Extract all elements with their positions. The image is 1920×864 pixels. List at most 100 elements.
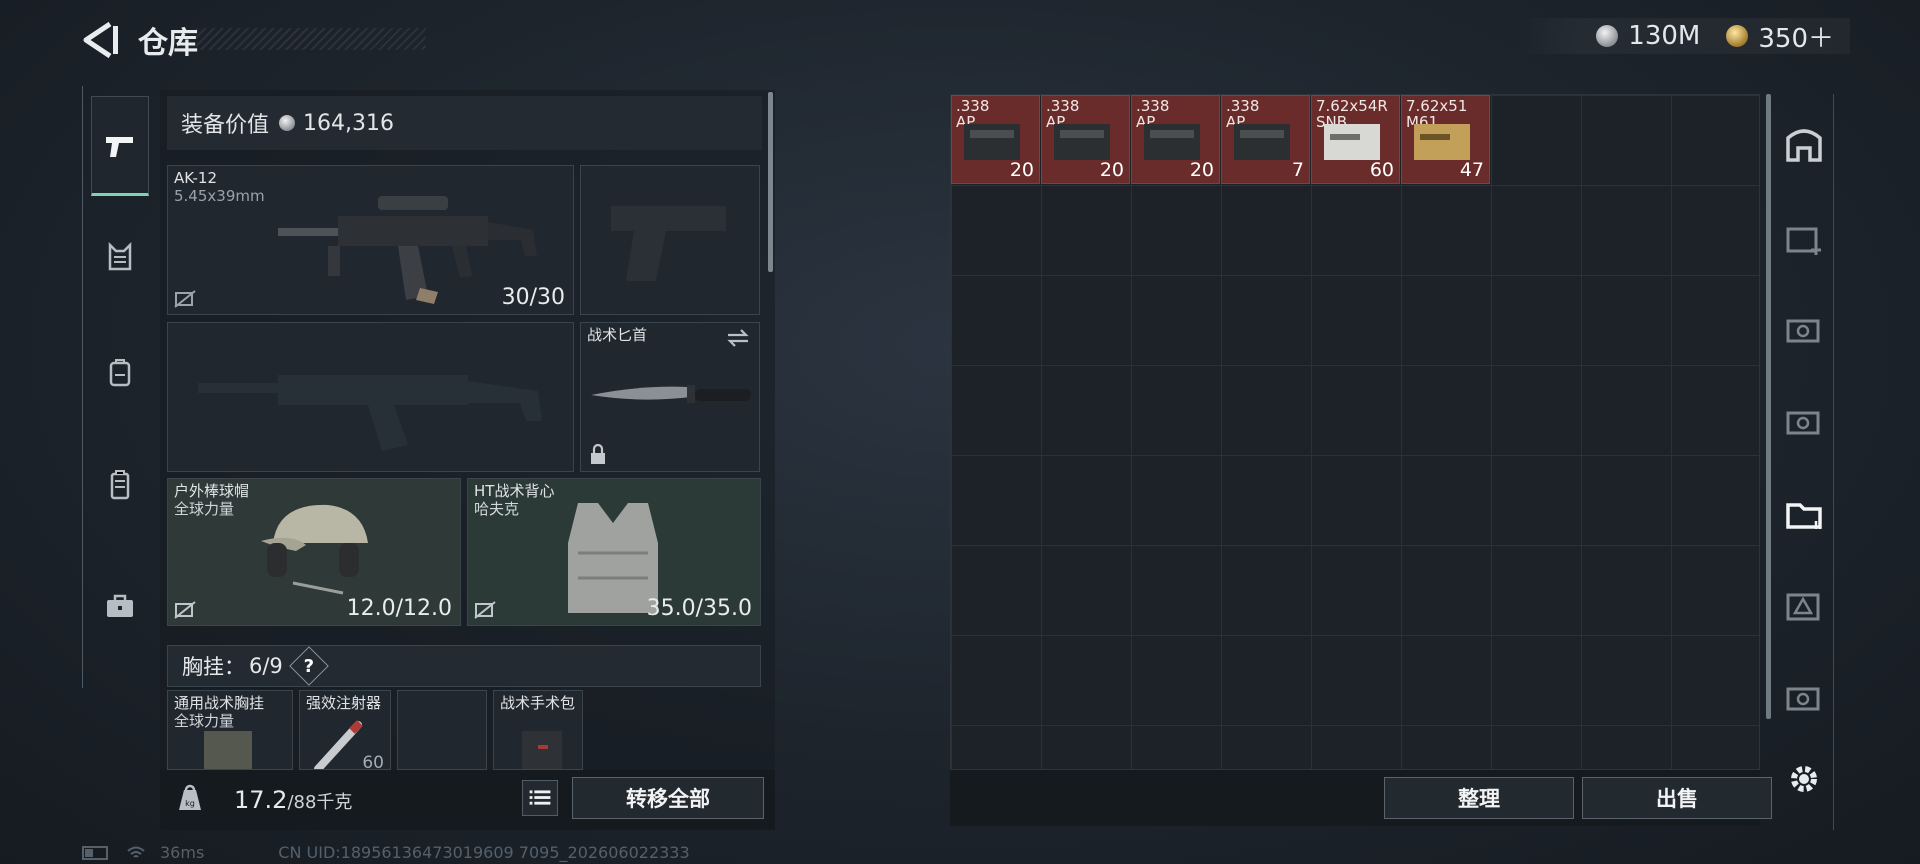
weapon-ammo-count: 30/30 <box>501 285 565 310</box>
organize-button[interactable]: 整理 <box>1384 777 1574 819</box>
backpack-icon <box>109 359 131 387</box>
armor-durability: 35.0/35.0 <box>646 596 752 621</box>
ammo-count: 47 <box>1459 159 1484 181</box>
slot-item-name: 强效注射器 <box>306 694 382 712</box>
ping-value: 36ms <box>160 843 205 862</box>
chest-rig-image <box>204 731 252 769</box>
sell-button[interactable]: 出售 <box>1582 777 1772 819</box>
ammo-box-image <box>1414 124 1470 160</box>
slot-item-name: AK-12 <box>174 169 218 187</box>
storage-tab-add[interactable] <box>1779 192 1829 282</box>
medkit-image <box>522 731 562 769</box>
folder-icon <box>1786 503 1822 529</box>
ammo-count: 20 <box>1009 159 1034 181</box>
settings-button[interactable] <box>1779 734 1829 824</box>
ammo-count: 7 <box>1291 159 1304 181</box>
carry-weight-current: 17.2 <box>234 786 288 814</box>
equipment-value-label: 装备价值 <box>181 113 270 138</box>
vest-icon <box>108 241 132 271</box>
list-icon <box>529 790 551 805</box>
chest-item[interactable]: 通用战术胸挂 全球力量 <box>167 690 293 770</box>
ammo-item[interactable]: .338 AP 20 <box>1131 95 1220 184</box>
slot-item-name: HT战术背心 <box>474 482 555 500</box>
ammo-box-image <box>1054 124 1110 160</box>
chest-rig-label: 胸挂： <box>182 655 245 679</box>
slot-item-brand: 全球力量 <box>174 500 235 518</box>
armor-slot[interactable]: HT战术背心 哈夫克 35.0/35.0 <box>467 478 761 626</box>
ammo-count: 20 <box>1189 159 1214 181</box>
title-decoration <box>196 28 426 50</box>
rail-item-weapons[interactable] <box>91 96 149 196</box>
storage-tab-active[interactable] <box>1779 468 1829 558</box>
ammo-box-image <box>964 124 1020 160</box>
storage-tab-4[interactable] <box>1779 376 1829 466</box>
storage-case-icon <box>1786 687 1820 711</box>
cap-image <box>261 504 368 595</box>
gear-icon <box>1791 766 1817 792</box>
rail-item-toolbox[interactable] <box>91 556 149 656</box>
uid-text: CN UID:18956136473019609 7095_2026060223… <box>278 843 690 862</box>
pistol-icon <box>106 137 133 157</box>
page-title: 仓库 <box>138 26 198 61</box>
silver-currency-value: 130M <box>1628 21 1701 51</box>
carry-weight: 17.2/88千克 <box>234 786 352 814</box>
slot-item-name: 户外棒球帽 <box>174 482 250 500</box>
transfer-all-button[interactable]: 转移全部 <box>572 777 764 819</box>
help-button[interactable]: ? <box>288 646 329 686</box>
silver-coin-icon <box>279 115 296 131</box>
primary-weapon-slot[interactable]: AK-12 5.45x39mm 30/30 <box>167 165 574 315</box>
equipment-value-row: 装备价值 164,316 <box>167 96 762 150</box>
ammo-item[interactable]: 7.62x51 M61 47 <box>1401 95 1490 184</box>
carry-weight-max: /88千克 <box>287 792 353 813</box>
unlinked-icon <box>174 601 196 619</box>
ammo-item[interactable]: .338 AP 20 <box>951 95 1040 184</box>
storage-grid[interactable] <box>950 94 1760 770</box>
status-bar: 36ms CN UID:18956136473019609 7095_20260… <box>82 843 690 862</box>
slot-item-name: 战术匕首 <box>587 326 648 344</box>
ammo-item[interactable]: 7.62x54R SNB 60 <box>1311 95 1400 184</box>
slot-item-brand: 哈夫克 <box>474 500 520 518</box>
rail-item-case[interactable] <box>91 434 149 534</box>
weight-icon: kg <box>179 784 201 810</box>
warning-case-icon <box>1786 593 1820 621</box>
unlinked-icon <box>174 290 196 308</box>
gold-currency-value[interactable]: 350＋ <box>1758 18 1834 55</box>
ammo-box-image <box>1234 124 1290 160</box>
slot-item-name: 通用战术胸挂 <box>174 694 265 712</box>
storage-tabs-rail <box>1775 94 1834 830</box>
ammo-box-image <box>1324 124 1380 160</box>
knife-image <box>591 385 751 403</box>
ammo-item[interactable]: .338 AP 20 <box>1041 95 1130 184</box>
storage-tab-all[interactable] <box>1779 99 1829 189</box>
list-view-button[interactable] <box>522 780 558 816</box>
rail-item-armor[interactable] <box>91 208 149 308</box>
storage-tab-2[interactable] <box>1779 652 1829 742</box>
back-button[interactable] <box>80 18 120 62</box>
rifle-silhouette <box>198 375 542 451</box>
equipment-scrollbar[interactable] <box>768 92 773 272</box>
toolbox-icon <box>107 594 133 617</box>
chest-item[interactable]: 强效注射器 60 <box>299 690 391 770</box>
currency-bar: 130M 350＋ <box>1516 18 1850 54</box>
slot-item-caliber: 5.45x39mm <box>174 187 265 205</box>
rail-item-backpack[interactable] <box>91 322 149 422</box>
storage-tab-3[interactable] <box>1779 560 1829 650</box>
chest-rig-capacity: 6/9 <box>249 654 283 678</box>
swap-icon[interactable] <box>725 327 751 349</box>
ammo-item[interactable]: .338 AP 7 <box>1221 95 1310 184</box>
case-icon <box>110 470 130 500</box>
chest-item[interactable]: 战术手术包 <box>493 690 583 770</box>
secondary-weapon-slot[interactable] <box>167 322 574 472</box>
slot-item-name: 战术手术包 <box>500 694 576 712</box>
storage-scrollbar[interactable] <box>1766 94 1771 719</box>
melee-slot[interactable]: 战术匕首 <box>580 322 760 472</box>
chest-item-empty[interactable] <box>397 690 487 770</box>
ammo-count: 20 <box>1099 159 1124 181</box>
helmet-durability: 12.0/12.0 <box>346 596 452 621</box>
pistol-silhouette <box>611 206 726 281</box>
helmet-slot[interactable]: 户外棒球帽 全球力量 12.0/12.0 <box>167 478 461 626</box>
storage-tab-5[interactable] <box>1779 284 1829 374</box>
sidearm-slot[interactable] <box>580 165 760 315</box>
storage-icon <box>1786 129 1822 162</box>
ammo-count: 60 <box>1369 159 1394 181</box>
